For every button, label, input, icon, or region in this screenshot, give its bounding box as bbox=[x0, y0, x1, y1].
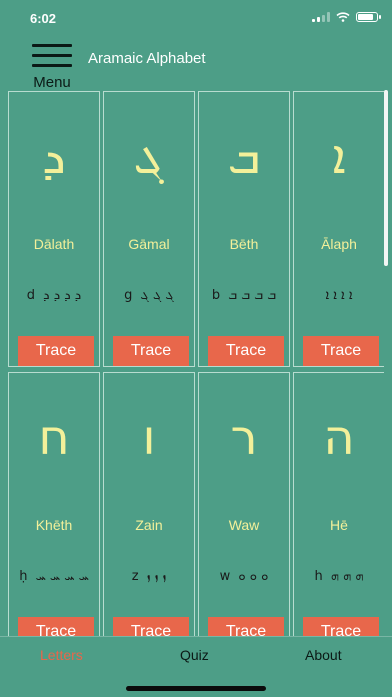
status-icons bbox=[312, 12, 381, 22]
letter-name: Dālath bbox=[33, 236, 75, 252]
home-indicator[interactable] bbox=[126, 686, 266, 691]
letter-card-kheth[interactable]: ח Khēth ḥ ܚ ܚ ܚ ܚ Trace bbox=[8, 372, 100, 636]
letter-scripts: h ܗ ܗ ܗ bbox=[314, 569, 364, 584]
letter-scripts: w ܘ ܘ ܘ bbox=[219, 569, 269, 584]
letter-card-gamal[interactable]: ܓ Gāmal g ܓ ܓ ܓ Trace bbox=[103, 91, 195, 367]
letter-name: Khēth bbox=[35, 517, 73, 533]
letter-name: Ālaph bbox=[321, 236, 357, 252]
letter-scripts: ḥ ܚ ܚ ܚ ܚ bbox=[19, 569, 89, 584]
letter-glyph: ܒ bbox=[227, 129, 261, 185]
trace-button[interactable]: Trace bbox=[18, 336, 94, 366]
letter-glyph: ܕ bbox=[42, 129, 66, 185]
letter-name: Gāmal bbox=[128, 236, 170, 252]
letter-scripts: ܐ ܐ ܐ ܐ bbox=[325, 288, 353, 303]
letter-scripts: d ܕ ܕ ܕ ܕ bbox=[26, 288, 82, 303]
tab-quiz[interactable]: Quiz bbox=[180, 647, 209, 663]
letter-card-beth[interactable]: ܒ Bēth b ܒ ܒ ܒ ܒ Trace bbox=[198, 91, 290, 367]
letter-name: Waw bbox=[228, 517, 260, 533]
letter-name: Bēth bbox=[229, 236, 259, 252]
letter-scripts: g ܓ ܓ ܓ bbox=[124, 288, 174, 303]
app-title: Aramaic Alphabet bbox=[88, 50, 206, 67]
letter-name: Zain bbox=[135, 517, 163, 533]
signal-icon bbox=[312, 12, 330, 22]
trace-button[interactable]: Trace bbox=[208, 617, 284, 636]
status-bar: 6:02 bbox=[0, 0, 392, 36]
letter-glyph: ה bbox=[323, 410, 355, 466]
letter-glyph: ר bbox=[230, 410, 258, 466]
letter-card-dalath[interactable]: ܕ Dālath d ܕ ܕ ܕ ܕ Trace bbox=[8, 91, 100, 367]
letter-glyph: ܓ bbox=[133, 129, 165, 185]
letter-card-waw[interactable]: ר Waw w ܘ ܘ ܘ Trace bbox=[198, 372, 290, 636]
trace-button[interactable]: Trace bbox=[113, 336, 189, 366]
battery-icon bbox=[356, 12, 381, 22]
trace-button[interactable]: Trace bbox=[208, 336, 284, 366]
menu-button[interactable]: Menu bbox=[28, 40, 76, 91]
menu-icon bbox=[28, 40, 76, 67]
letters-grid[interactable]: ܕ Dālath d ܕ ܕ ܕ ܕ Trace ܓ Gāmal g ܓ ܓ ܓ… bbox=[4, 90, 384, 636]
status-time: 6:02 bbox=[30, 11, 57, 26]
letter-card-zain[interactable]: ו Zain z ܙ ܙ ܙ Trace bbox=[103, 372, 195, 636]
trace-button[interactable]: Trace bbox=[18, 617, 94, 636]
letter-glyph: ܐ bbox=[332, 129, 346, 185]
scrollbar[interactable] bbox=[384, 90, 388, 266]
letter-scripts: z ܙ ܙ ܙ bbox=[131, 569, 167, 584]
trace-button[interactable]: Trace bbox=[303, 336, 379, 366]
letter-scripts: b ܒ ܒ ܒ ܒ bbox=[211, 288, 277, 303]
letter-card-alaph[interactable]: ܐ Ālaph ܐ ܐ ܐ ܐ Trace bbox=[293, 91, 384, 367]
trace-button[interactable]: Trace bbox=[113, 617, 189, 636]
tab-letters[interactable]: Letters bbox=[40, 647, 83, 663]
tab-about[interactable]: About bbox=[305, 647, 342, 663]
wifi-icon bbox=[336, 12, 350, 22]
letter-name: Hē bbox=[330, 517, 348, 533]
letter-glyph: ח bbox=[38, 410, 70, 466]
letter-glyph: ו bbox=[142, 410, 156, 466]
letter-card-he[interactable]: ה Hē h ܗ ܗ ܗ Trace bbox=[293, 372, 384, 636]
app-header: Menu Aramaic Alphabet bbox=[0, 36, 392, 91]
menu-label: Menu bbox=[33, 74, 71, 91]
trace-button[interactable]: Trace bbox=[303, 617, 379, 636]
